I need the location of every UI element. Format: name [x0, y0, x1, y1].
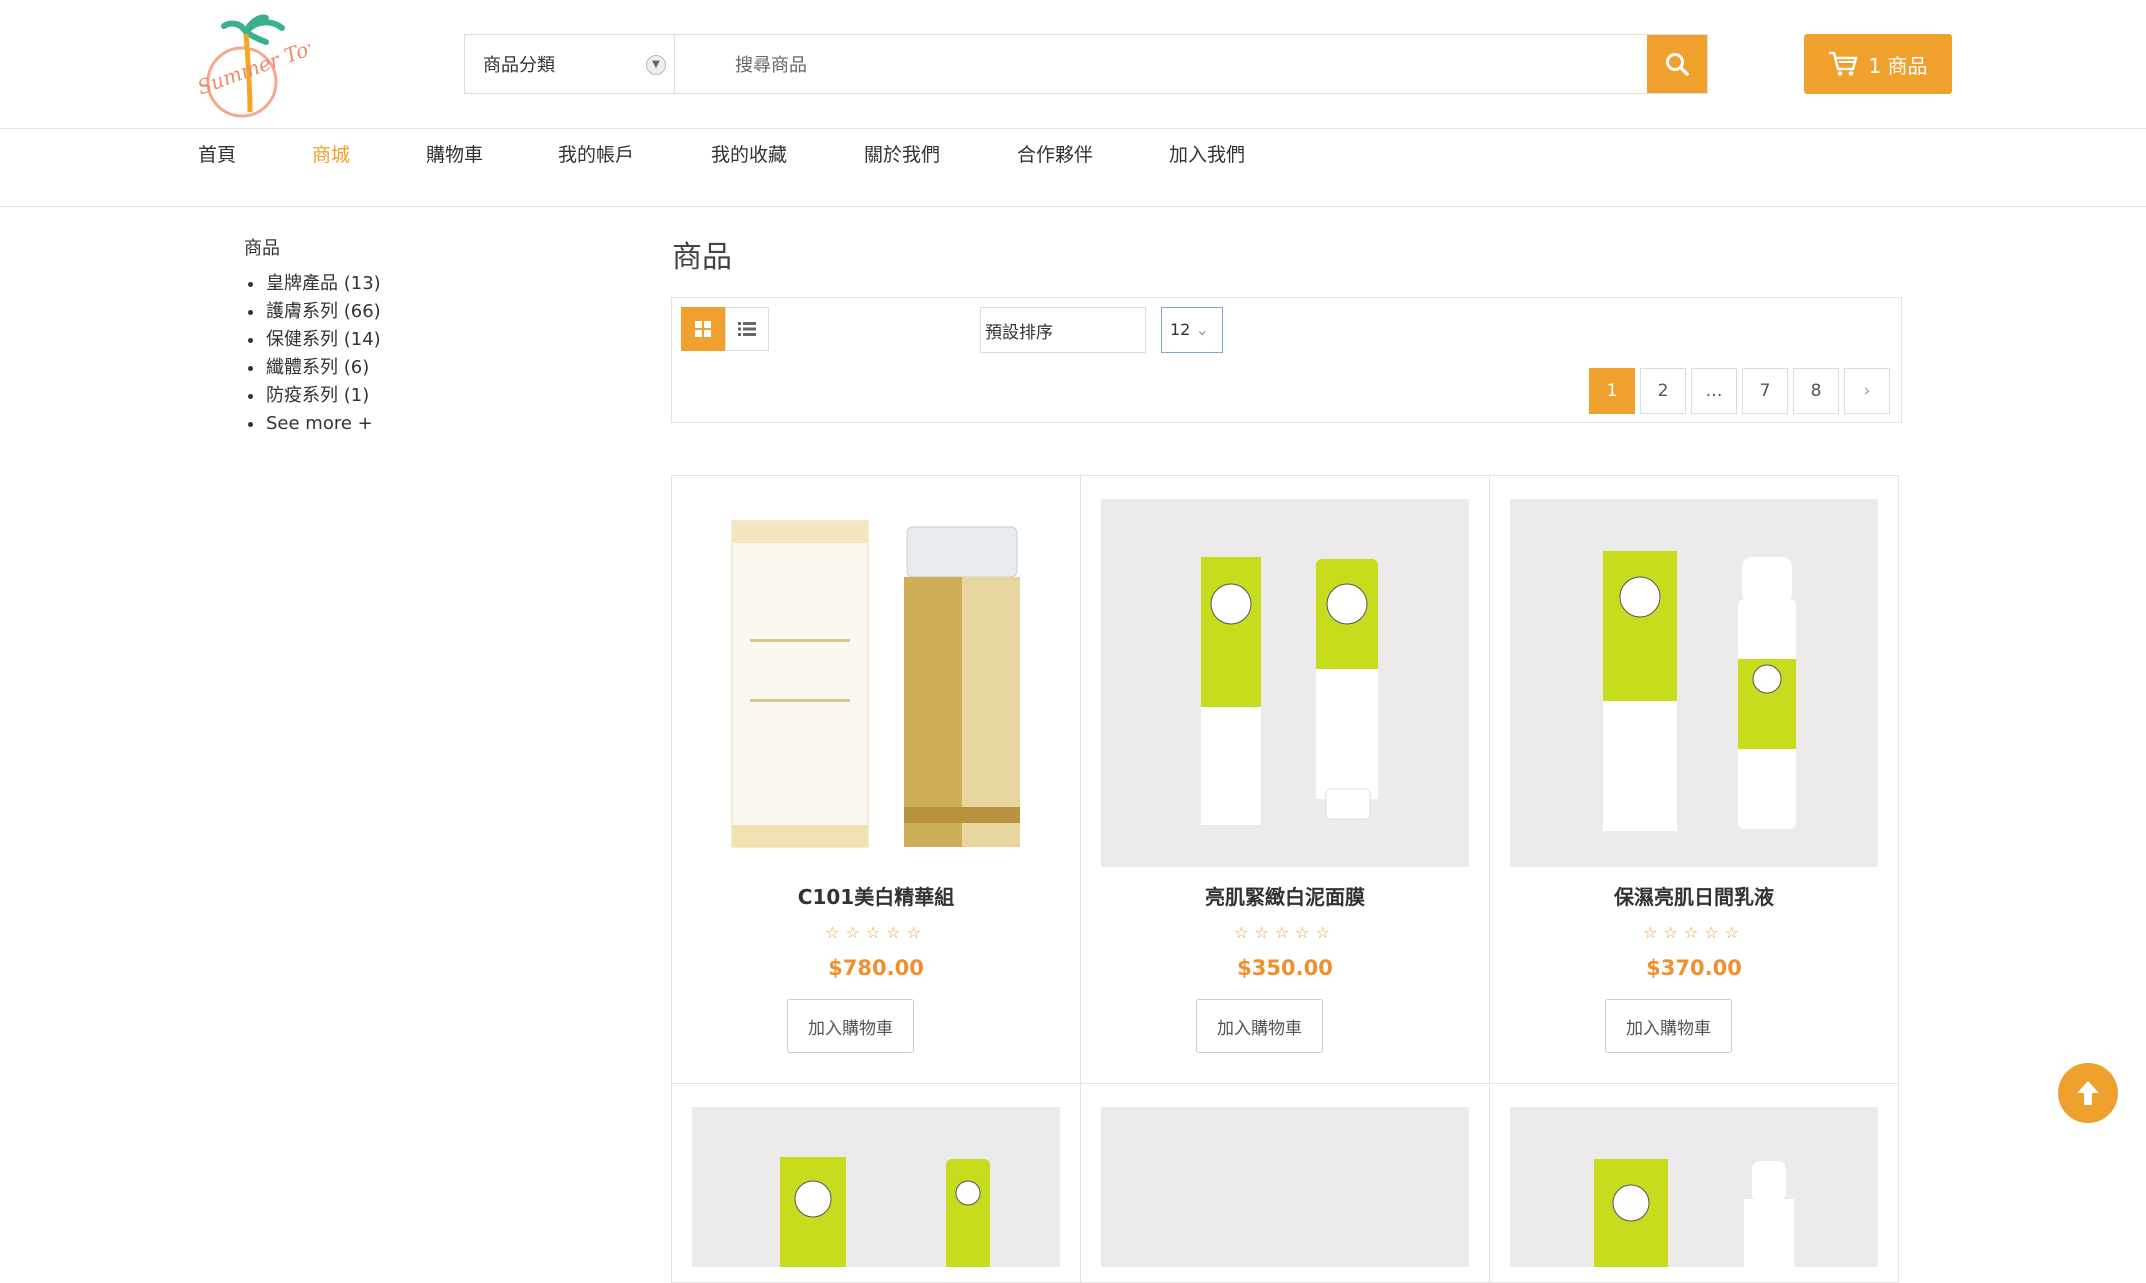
- search-input[interactable]: 搜尋商品: [675, 35, 1647, 93]
- add-to-cart-button[interactable]: 加入購物車: [787, 999, 914, 1053]
- grid-icon: [695, 321, 711, 337]
- nav-item-join[interactable]: 加入我們: [1169, 140, 1269, 167]
- page-7[interactable]: 7: [1742, 368, 1788, 414]
- rating-stars: ☆☆☆☆☆: [825, 923, 927, 942]
- nav-item-cart[interactable]: 購物車: [426, 140, 558, 167]
- product-image[interactable]: [1101, 499, 1469, 867]
- nav-item-home[interactable]: 首頁: [198, 140, 312, 167]
- product-card: [671, 1083, 1081, 1283]
- next-page-button[interactable]: ›: [1844, 368, 1890, 414]
- add-to-cart-button[interactable]: 加入購物車: [1196, 999, 1323, 1053]
- product-price: $780.00: [828, 956, 924, 980]
- product-name[interactable]: C101美白精華組: [672, 881, 1080, 910]
- back-to-top-button[interactable]: [2058, 1063, 2118, 1123]
- product-image[interactable]: [692, 499, 1060, 867]
- product-card: 保濕亮肌日間乳液 ☆☆☆☆☆ $370.00 加入購物車: [1489, 475, 1899, 1085]
- search-bar: 商品分類 ▼ 搜尋商品: [464, 34, 1708, 94]
- chevron-down-icon: ⌄: [1195, 320, 1209, 339]
- product-card: [1080, 1083, 1490, 1283]
- sidebar-title: 商品: [244, 238, 280, 259]
- site-logo[interactable]: Summer Town: [190, 12, 340, 124]
- nav-item-partners[interactable]: 合作夥伴: [1017, 140, 1169, 167]
- sidebar-item-health[interactable]: 保健系列 (14): [246, 326, 381, 354]
- product-image[interactable]: [1510, 499, 1878, 867]
- sidebar-item-skincare[interactable]: 護膚系列 (66): [246, 298, 381, 326]
- main-nav: 首頁 商城 購物車 我的帳戶 我的收藏 關於我們 合作夥伴 加入我們: [198, 140, 1269, 167]
- category-select-label: 商品分類: [483, 55, 555, 76]
- category-select[interactable]: 商品分類 ▼: [465, 35, 675, 93]
- sort-select[interactable]: 預設排序: [980, 307, 1146, 353]
- page-2[interactable]: 2: [1640, 368, 1686, 414]
- product-name[interactable]: 亮肌緊緻白泥面膜: [1081, 881, 1489, 910]
- add-to-cart-button[interactable]: 加入購物車: [1605, 999, 1732, 1053]
- nav-item-shop[interactable]: 商城: [312, 140, 426, 167]
- chevron-down-icon: ▼: [646, 55, 666, 75]
- product-image[interactable]: [1510, 1107, 1878, 1279]
- product-card: [1489, 1083, 1899, 1283]
- category-list: 皇牌產品 (13) 護膚系列 (66) 保健系列 (14) 纖體系列 (6) 防…: [246, 270, 381, 438]
- search-button[interactable]: [1647, 35, 1707, 93]
- nav-divider: [0, 206, 2146, 207]
- arrow-up-icon: [2077, 1081, 2099, 1105]
- sidebar-item-signature[interactable]: 皇牌產品 (13): [246, 270, 381, 298]
- page-1[interactable]: 1: [1589, 368, 1635, 414]
- page-title: 商品: [672, 240, 732, 275]
- rating-stars: ☆☆☆☆☆: [1643, 923, 1745, 942]
- list-icon: [738, 322, 756, 336]
- grid-view-button[interactable]: [681, 307, 725, 351]
- product-card: C101美白精華組 ☆☆☆☆☆ $780.00 加入購物車: [671, 475, 1081, 1085]
- cart-icon: [1829, 51, 1859, 76]
- sidebar-item-epidemic[interactable]: 防疫系列 (1): [246, 382, 381, 410]
- product-image[interactable]: [692, 1107, 1060, 1279]
- header-divider: [0, 128, 2146, 129]
- nav-item-account[interactable]: 我的帳戶: [558, 140, 711, 167]
- page-ellipsis: …: [1691, 368, 1737, 414]
- nav-item-about[interactable]: 關於我們: [864, 140, 1017, 167]
- chevron-right-icon: ›: [1863, 381, 1871, 401]
- product-card: 亮肌緊緻白泥面膜 ☆☆☆☆☆ $350.00 加入購物車: [1080, 475, 1490, 1085]
- search-placeholder: 搜尋商品: [735, 55, 807, 76]
- see-more-link[interactable]: See more +: [246, 410, 381, 438]
- product-price: $350.00: [1237, 956, 1333, 980]
- nav-item-favorites[interactable]: 我的收藏: [711, 140, 864, 167]
- search-icon: [1666, 53, 1689, 76]
- list-view-button[interactable]: [725, 307, 769, 351]
- sidebar-item-slimming[interactable]: 纖體系列 (6): [246, 354, 381, 382]
- rating-stars: ☆☆☆☆☆: [1234, 923, 1336, 942]
- cart-button[interactable]: 1 商品: [1804, 34, 1952, 94]
- product-image[interactable]: [1101, 1107, 1469, 1267]
- per-page-select[interactable]: 12 ⌄: [1161, 307, 1223, 353]
- product-name[interactable]: 保濕亮肌日間乳液: [1490, 881, 1898, 910]
- cart-label: 1 商品: [1868, 53, 1928, 78]
- product-price: $370.00: [1646, 956, 1742, 980]
- page-8[interactable]: 8: [1793, 368, 1839, 414]
